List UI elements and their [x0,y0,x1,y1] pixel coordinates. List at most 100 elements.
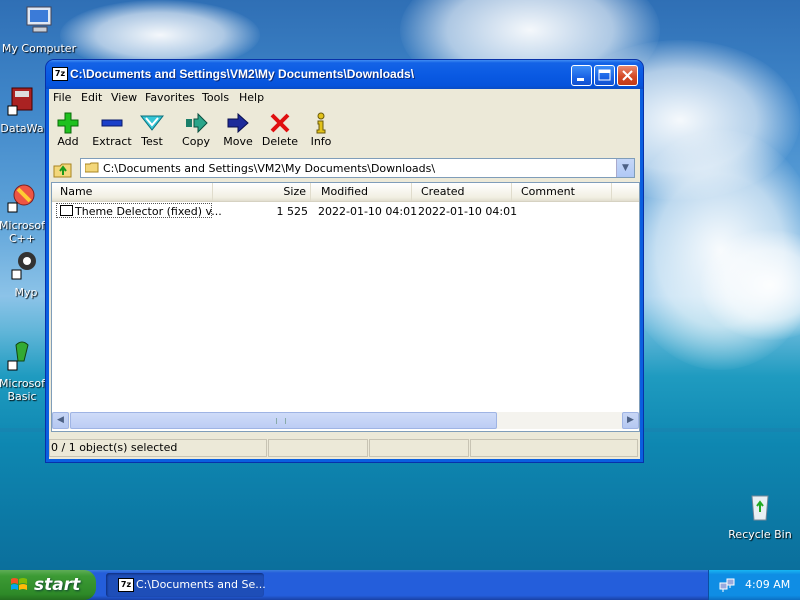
add-icon [57,112,79,134]
window-titlebar[interactable]: 7z C:\Documents and Settings\VM2\My Docu… [46,60,643,89]
menu-tools[interactable]: Tools [202,91,229,104]
menu-file[interactable]: File [53,91,71,104]
move-icon [227,112,249,134]
scroll-right-button[interactable]: ▶ [622,412,639,429]
shortcut-app-icon [7,87,33,116]
scroll-thumb[interactable] [70,412,497,429]
menubar: File Edit View Favorites Tools Help [49,89,640,107]
windows-logo-icon [11,578,27,590]
info-label: Info [310,135,332,148]
desktop-icon-msvb[interactable]: Microsof Basic [0,326,52,416]
scroll-left-button[interactable]: ◀ [52,412,69,429]
taskbar: start 7z C:\Documents and Se... 4:09 AM [0,570,800,600]
close-icon [622,70,633,81]
status-selected: 0 / 1 object(s) selected [49,439,267,457]
close-button[interactable] [617,65,638,86]
delete-button[interactable]: Delete [258,112,302,154]
file-name: Theme Delector (fixed) v... [75,205,222,218]
file-created: 2022-01-10 04:01 [418,205,518,218]
desktop-icon-datawa[interactable]: DataWa [0,84,52,135]
status-panel-4 [470,439,638,457]
taskbar-window-label: C:\Documents and Se... [136,578,266,591]
copy-label: Copy [182,135,210,148]
info-icon [316,112,326,134]
chevron-down-icon: ▼ [622,163,629,173]
recycle-bin-icon [751,495,769,521]
move-label: Move [223,135,253,148]
file-list[interactable]: Name Size Modified Created Comment Theme… [51,182,640,432]
menu-help[interactable]: Help [239,91,264,104]
chevron-left-icon: ◀ [57,415,64,425]
add-label: Add [57,135,79,148]
file-icon [60,205,73,216]
test-icon [140,115,164,131]
shortcut-app-icon [7,341,29,371]
address-text: C:\Documents and Settings\VM2\My Documen… [103,162,436,175]
desktop-icon-msvc[interactable]: Microsof C++ [0,168,52,258]
desktop-icon-my-computer[interactable]: My Computer [1,4,77,55]
column-comment[interactable]: Comment [512,183,612,201]
test-label: Test [141,135,163,148]
grip-icon [276,418,286,424]
menu-edit[interactable]: Edit [81,91,102,104]
menu-view[interactable]: View [111,91,137,104]
shortcut-app-icon [7,184,35,213]
copy-icon [186,112,208,134]
desktop-icon-label: My Computer [1,42,77,55]
extract-icon [101,119,123,127]
test-button[interactable]: Test [130,112,174,154]
shortcut-app-icon [11,252,36,280]
computer-icon [26,6,52,33]
folder-icon [85,162,99,173]
delete-label: Delete [261,135,299,148]
extract-button[interactable]: Extract [90,112,134,154]
move-button[interactable]: Move [216,112,260,154]
column-size[interactable]: Size [213,183,311,201]
horizontal-scrollbar[interactable]: ◀ ▶ [52,412,639,429]
chevron-right-icon: ▶ [627,415,634,425]
window-title: C:\Documents and Settings\VM2\My Documen… [70,67,415,81]
desktop-icon-recycle-bin[interactable]: Recycle Bin [722,490,798,541]
address-dropdown-button[interactable]: ▼ [616,159,634,177]
up-folder-button[interactable] [52,159,74,179]
table-row[interactable]: Theme Delector (fixed) v... 1 525 2022-0… [52,203,639,219]
desktop-icon-label: Recycle Bin [728,528,792,541]
maximize-button[interactable] [594,65,615,86]
desktop-icon-label: DataWa [0,122,44,135]
column-created[interactable]: Created [412,183,512,201]
column-name[interactable]: Name [52,183,213,201]
clock[interactable]: 4:09 AM [745,578,790,591]
file-size: 1 525 [276,205,309,218]
delete-icon [270,113,290,133]
menu-favorites[interactable]: Favorites [145,91,195,104]
file-manager-window: 7z C:\Documents and Settings\VM2\My Docu… [46,60,643,462]
copy-button[interactable]: Copy [174,112,218,154]
window-client: File Edit View Favorites Tools Help Add … [49,89,640,459]
up-folder-icon [53,163,72,178]
list-header: Name Size Modified Created Comment [52,183,639,202]
system-tray: 4:09 AM [708,570,800,600]
start-button[interactable]: start [0,570,96,600]
7zip-app-icon[interactable]: 7z [52,67,68,81]
file-name-cell[interactable]: Theme Delector (fixed) v... [56,203,222,218]
status-panel-3 [369,439,469,457]
start-label: start [34,575,81,595]
minimize-icon [577,78,584,81]
minimize-button[interactable] [571,65,592,86]
add-button[interactable]: Add [46,112,90,154]
desktop-icon-label: Microsof C++ [0,219,45,245]
column-modified[interactable]: Modified [311,183,412,201]
7zip-app-icon: 7z [118,578,134,592]
status-bar: 0 / 1 object(s) selected [49,437,640,459]
taskbar-window-button[interactable]: 7z C:\Documents and Se... [106,573,266,597]
status-panel-2 [268,439,368,457]
address-bar[interactable]: C:\Documents and Settings\VM2\My Documen… [80,158,635,178]
toolbar: Add Extract Test Copy Move Delete Info [49,109,640,155]
extract-label: Extract [92,135,132,148]
desktop-icon-label: Microsof Basic [0,377,45,403]
network-icon[interactable] [719,577,735,593]
maximize-icon [598,69,611,81]
address-row: C:\Documents and Settings\VM2\My Documen… [49,157,640,183]
file-modified: 2022-01-10 04:01 [318,205,418,218]
info-button[interactable]: Info [299,112,343,154]
